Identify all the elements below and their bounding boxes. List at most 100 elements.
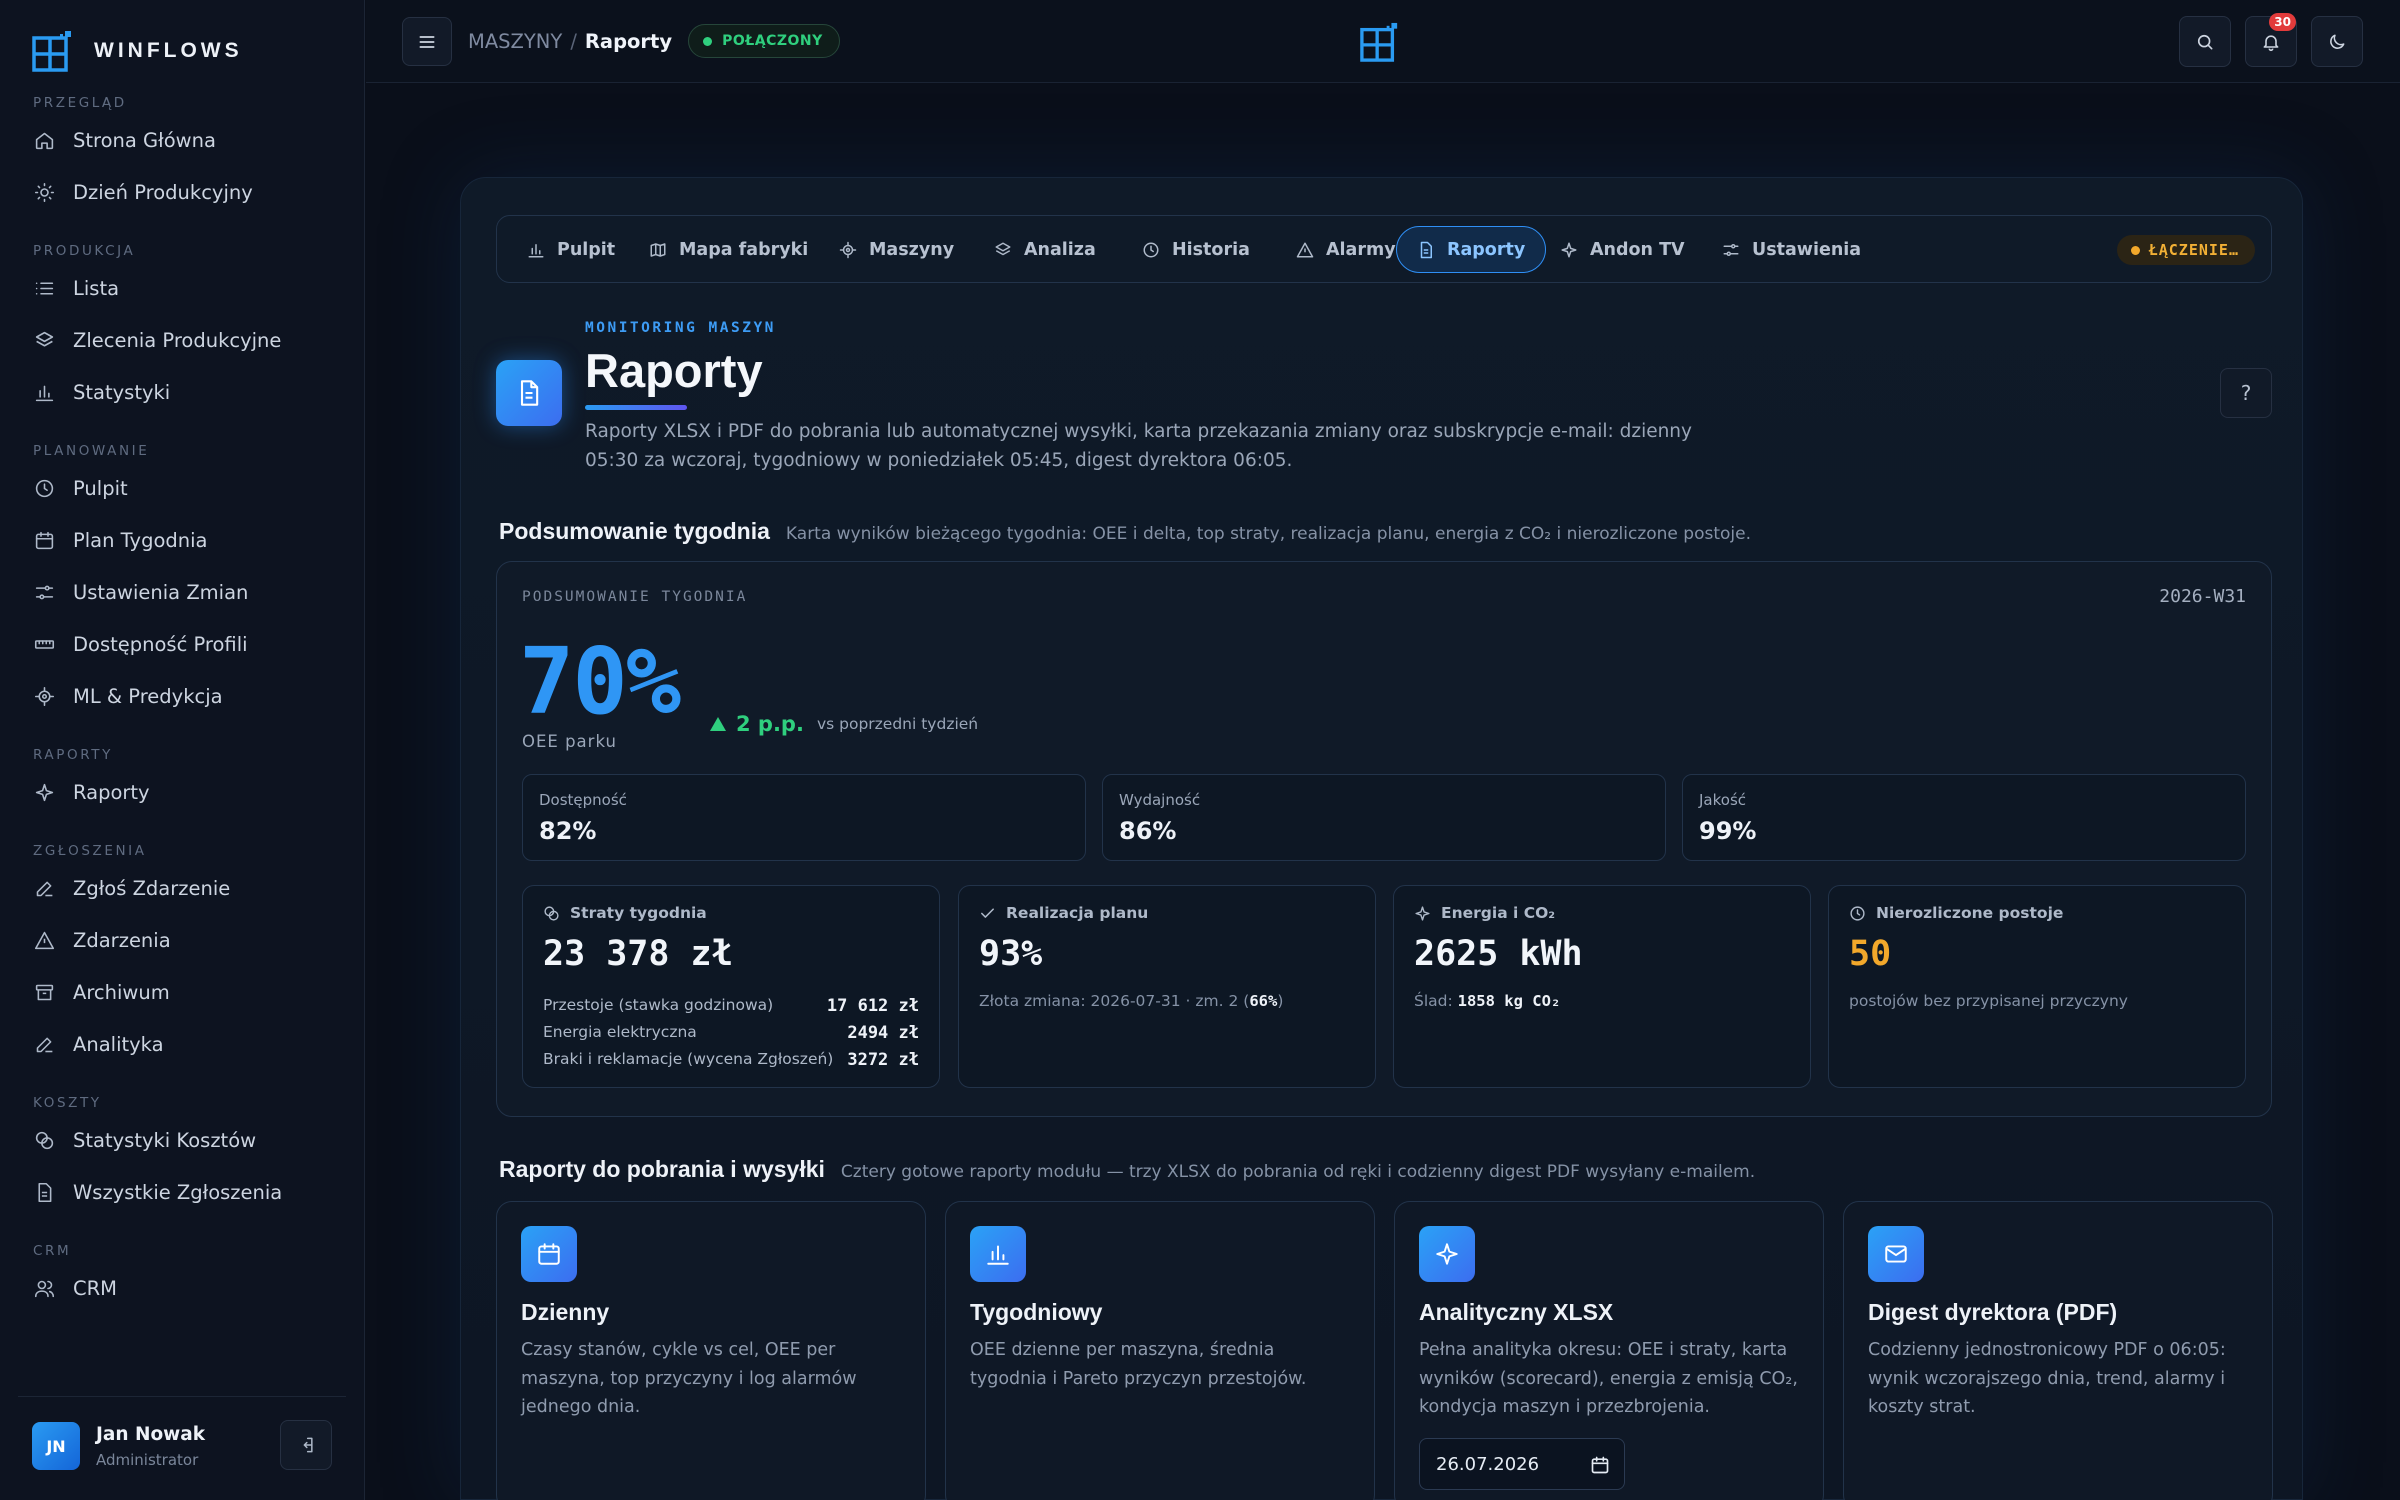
winflows-logo-icon	[32, 30, 74, 72]
tab-label: Analiza	[1024, 239, 1096, 260]
tab-machines[interactable]: Maszyny	[819, 226, 974, 273]
status-dot-icon	[703, 36, 713, 46]
sidebar-item-report-event[interactable]: Zgłoś Zdarzenie	[0, 862, 365, 914]
tab-dashboard[interactable]: Pulpit	[507, 226, 635, 273]
sidebar-item-crm[interactable]: CRM	[0, 1262, 365, 1314]
help-button[interactable]: ?	[2220, 368, 2272, 418]
hamburger-icon	[417, 32, 437, 52]
tab-analysis[interactable]: Analiza	[974, 226, 1116, 273]
reports-section-subtitle: Cztery gotowe raporty modułu — trzy XLSX…	[840, 1162, 1756, 1182]
topbar: MASZYNY / Raporty POŁĄCZONY 30	[366, 0, 2400, 83]
tab-reports[interactable]: Raporty	[1396, 226, 1547, 273]
kpi-title: Straty tygodnia	[570, 904, 707, 922]
sparkle-icon	[1414, 905, 1431, 922]
report-icon	[970, 1226, 1026, 1282]
sidebar-item-shift-settings[interactable]: Ustawienia Zmian	[0, 566, 365, 618]
sidebar-item-home[interactable]: Strona Główna	[0, 114, 365, 166]
loss-row-value: 17 612 zł	[826, 996, 919, 1016]
metric-performance: Wydajność 86%	[1102, 774, 1666, 861]
sidebar-item-label: Statystyki Kosztów	[73, 1128, 257, 1152]
breadcrumb-parent[interactable]: MASZYNY	[468, 30, 562, 53]
sidebar-item-all-tickets[interactable]: Wszystkie Zgłoszenia	[0, 1166, 365, 1218]
report-card-daily[interactable]: Dzienny Czasy stanów, cykle vs cel, OEE …	[496, 1201, 926, 1500]
page-title: Raporty	[585, 344, 763, 397]
sidebar-item-archive[interactable]: Archiwum	[0, 966, 365, 1018]
sidebar-divider	[18, 1396, 346, 1397]
kpi-note-highlight: 66%	[1249, 992, 1278, 1010]
kpi-energy-co2: Energia i CO₂ 2625 kWh Ślad: 1858 kg CO₂	[1393, 885, 1811, 1088]
sidebar-item-list[interactable]: Lista	[0, 262, 365, 314]
tab-history[interactable]: Historia	[1122, 226, 1270, 273]
report-card-weekly[interactable]: Tygodniowy OEE dzienne per maszyna, śred…	[945, 1201, 1375, 1500]
kpi-note-text: )	[1277, 992, 1284, 1010]
notifications-button[interactable]: 30	[2245, 13, 2297, 67]
archive-icon	[34, 982, 55, 1003]
map-icon	[649, 241, 667, 259]
kpi-note: postojów bez przypisanej przyczyny	[1849, 992, 2128, 1010]
page-icon	[496, 360, 562, 426]
report-card-director-digest[interactable]: Digest dyrektora (PDF) Codzienny jednost…	[1843, 1201, 2273, 1500]
sidebar-item-label: Raporty	[73, 780, 150, 804]
breadcrumb: MASZYNY / Raporty POŁĄCZONY	[468, 24, 840, 58]
coins-icon	[34, 1130, 55, 1151]
pencil-icon	[34, 878, 55, 899]
brand[interactable]: WINFLOWS	[32, 30, 243, 72]
nav-section-title: PRODUKCJA	[33, 243, 136, 259]
logout-button[interactable]	[280, 1420, 332, 1470]
tab-label: Mapa fabryki	[679, 239, 809, 260]
sidebar-item-label: Pulpit	[73, 476, 128, 500]
loss-row-value: 2494 zł	[847, 1023, 919, 1043]
tab-andon-tv[interactable]: Andon TV	[1540, 226, 1705, 273]
metric-availability: Dostępność 82%	[522, 774, 1086, 861]
sidebar-item-label: Lista	[73, 276, 120, 300]
search-button[interactable]	[2179, 16, 2231, 67]
report-card-analytical-xlsx[interactable]: Analityczny XLSX Pełna analityka okresu:…	[1394, 1201, 1824, 1500]
tab-factory-map[interactable]: Mapa fabryki	[629, 226, 828, 273]
ruler-icon	[34, 634, 55, 655]
module-tabs: Pulpit Mapa fabryki Maszyny Analiza Hist…	[496, 215, 2272, 283]
oee-caption: OEE parku	[522, 732, 617, 751]
report-description: OEE dzienne per maszyna, średnia tygodni…	[970, 1340, 1307, 1389]
sidebar-item-profile-availability[interactable]: Dostępność Profili	[0, 618, 365, 670]
sidebar: WINFLOWS PRZEGLĄD Strona Główna Dzień Pr…	[0, 0, 365, 1500]
home-icon	[34, 130, 55, 151]
report-date-input[interactable]: 26.07.2026	[1419, 1438, 1625, 1490]
report-icon	[1419, 1226, 1475, 1282]
sidebar-item-production-day[interactable]: Dzień Produkcyjny	[0, 166, 365, 218]
notification-count-badge: 30	[2269, 13, 2296, 31]
sidebar-item-week-plan[interactable]: Plan Tygodnia	[0, 514, 365, 566]
nav-section-title: RAPORTY	[33, 747, 113, 763]
center-logo-icon[interactable]	[1359, 22, 1401, 62]
avatar[interactable]: JN	[32, 1422, 80, 1470]
sidebar-item-ml-prediction[interactable]: ML & Predykcja	[0, 670, 365, 722]
metric-label: Jakość	[1699, 791, 1747, 809]
document-icon	[515, 379, 543, 407]
clock-icon	[1142, 241, 1160, 259]
theme-toggle-button[interactable]	[2311, 16, 2363, 67]
bar-chart-icon	[985, 1241, 1011, 1267]
tab-alarms[interactable]: Alarmy	[1276, 226, 1416, 273]
metric-label: Wydajność	[1119, 791, 1201, 809]
sidebar-item-analytics[interactable]: Analityka	[0, 1018, 365, 1070]
page-description: Raporty XLSX i PDF do pobrania lub autom…	[585, 421, 1692, 471]
nav-section-title: KOSZTY	[33, 1095, 102, 1111]
layers-icon	[34, 330, 55, 351]
sidebar-item-cost-statistics[interactable]: Statystyki Kosztów	[0, 1114, 365, 1166]
coins-icon	[543, 905, 560, 922]
file-icon	[1417, 241, 1435, 259]
metric-value: 82%	[539, 817, 597, 845]
menu-toggle-button[interactable]	[402, 17, 452, 66]
tab-settings[interactable]: Ustawienia	[1702, 226, 1881, 273]
breadcrumb-separator: /	[570, 29, 577, 53]
sidebar-item-reports[interactable]: Raporty	[0, 766, 365, 818]
tab-label: Andon TV	[1590, 239, 1685, 260]
sliders-icon	[1722, 241, 1740, 259]
sidebar-item-statistics[interactable]: Statystyki	[0, 366, 365, 418]
metric-label: Dostępność	[539, 791, 627, 809]
nav-section-title: ZGŁOSZENIA	[33, 843, 147, 859]
sidebar-item-events[interactable]: Zdarzenia	[0, 914, 365, 966]
sidebar-item-production-orders[interactable]: Zlecenia Produkcyjne	[0, 314, 365, 366]
sidebar-item-label: Zdarzenia	[73, 928, 171, 952]
delta-value: 2 p.p.	[736, 712, 804, 736]
sidebar-item-dashboard[interactable]: Pulpit	[0, 462, 365, 514]
